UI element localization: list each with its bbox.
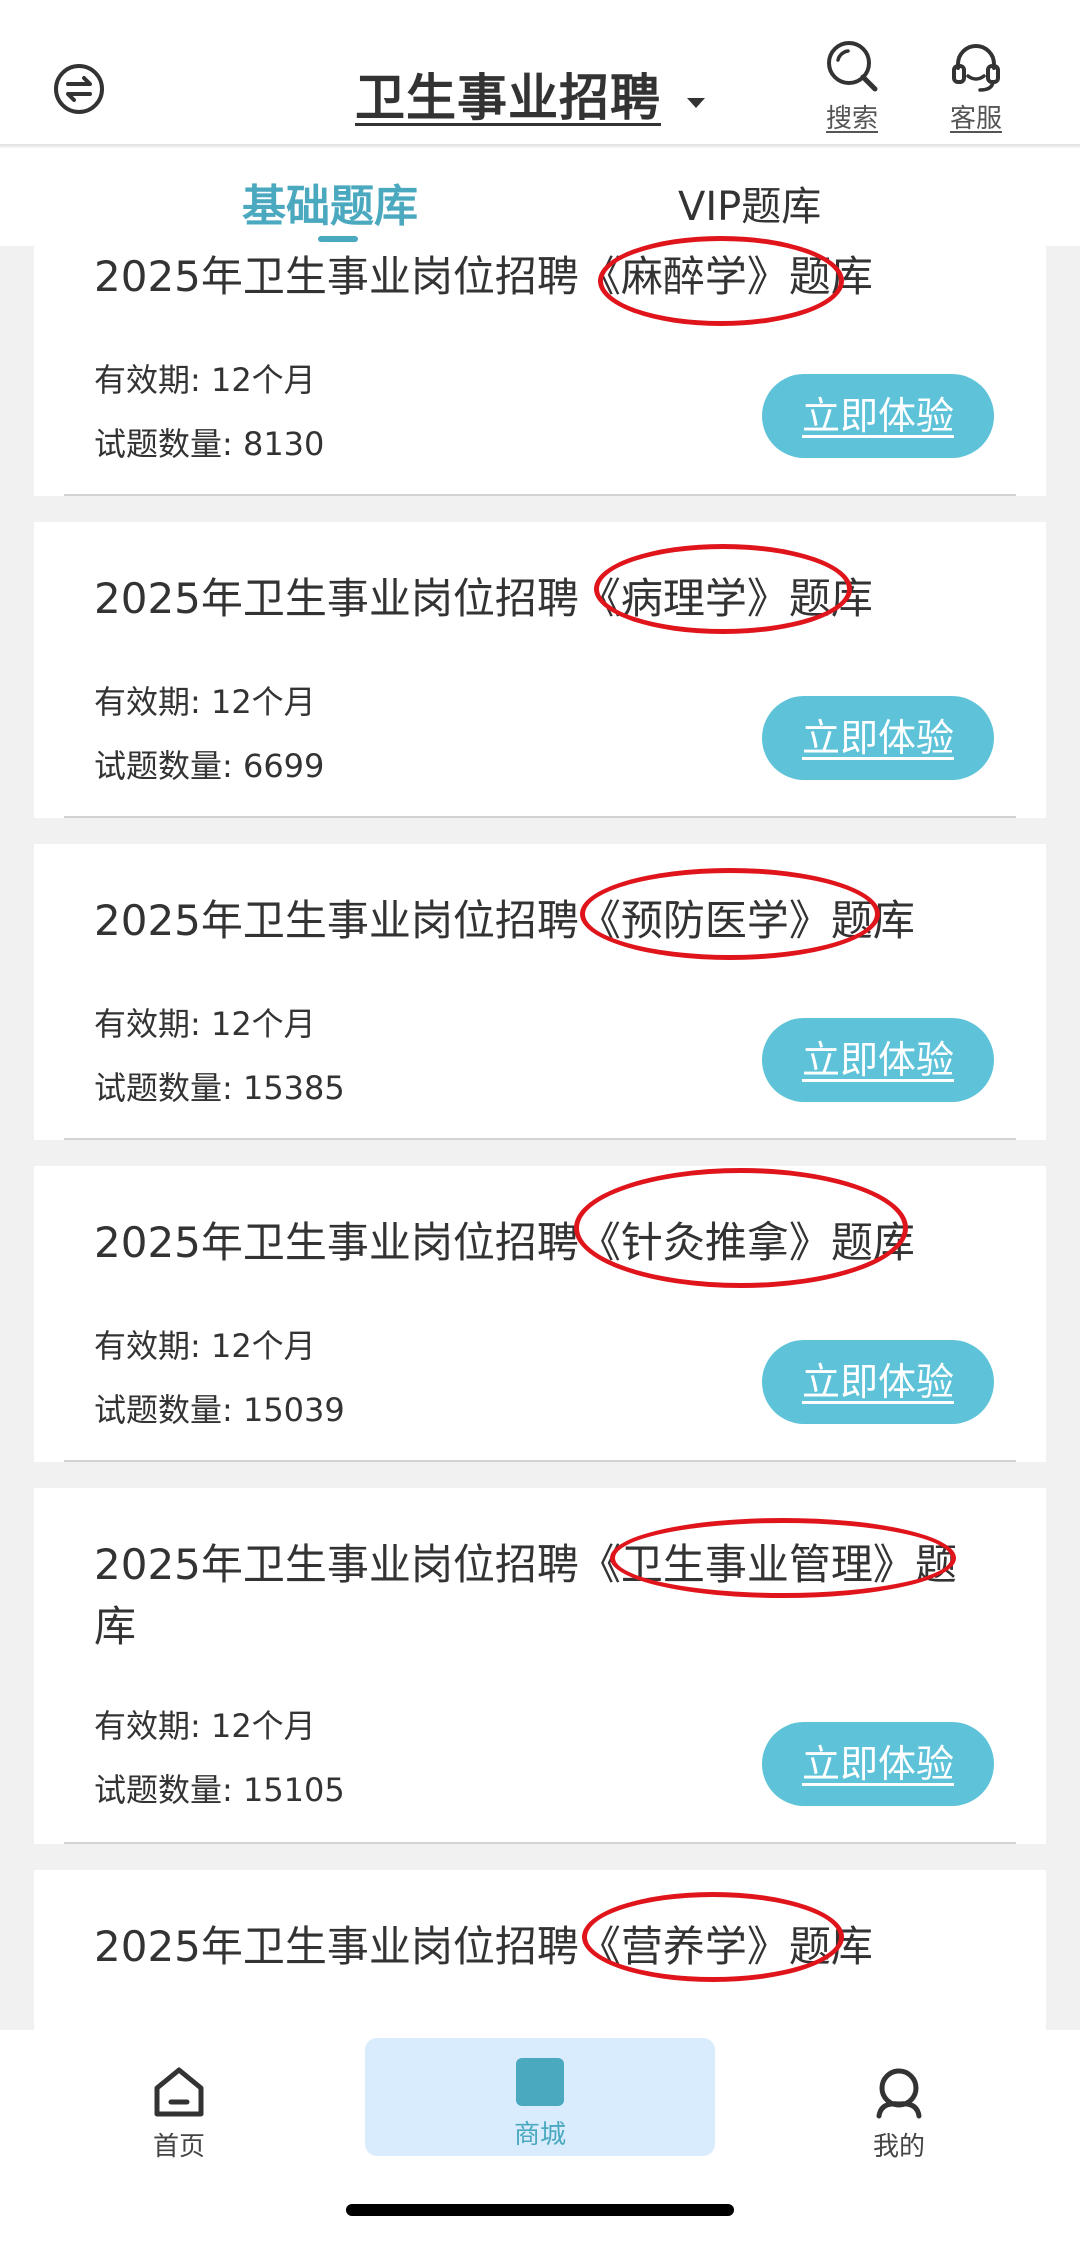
- card-validity: 有效期: 12个月: [94, 361, 316, 399]
- headset-icon: [952, 44, 1000, 92]
- tab-bar: 基础题库 VIP题库: [0, 148, 1080, 246]
- question-bank-card: 2025年卫生事业岗位招聘《麻醉学》题库 有效期: 12个月 试题数量: 813…: [34, 236, 1046, 496]
- card-divider: [64, 494, 1016, 496]
- shop-icon: [516, 2058, 564, 2106]
- switch-exam-icon[interactable]: [52, 62, 106, 116]
- try-now-button[interactable]: 立即体验: [762, 1018, 994, 1102]
- home-indicator: [346, 2204, 734, 2216]
- exam-category-selector[interactable]: 卫生事业招聘: [355, 58, 705, 130]
- nav-home[interactable]: 首页: [4, 2050, 354, 2164]
- card-validity: 有效期: 12个月: [94, 1707, 316, 1745]
- card-title: 2025年卫生事业岗位招聘《病理学》题库: [94, 574, 873, 623]
- app-header: 卫生事业招聘 搜索 客服: [0, 0, 1080, 146]
- try-now-button[interactable]: 立即体验: [762, 1722, 994, 1806]
- nav-home-label: 首页: [152, 2132, 205, 2162]
- try-now-button[interactable]: 立即体验: [762, 1340, 994, 1424]
- card-divider: [64, 1138, 1016, 1140]
- card-question-count: 试题数量: 15039: [94, 1391, 345, 1429]
- card-question-count: 试题数量: 8130: [94, 425, 325, 463]
- card-divider: [64, 1842, 1016, 1844]
- card-question-count: 试题数量: 6699: [94, 747, 325, 785]
- question-bank-card: 2025年卫生事业岗位招聘《营养学》题库: [34, 1870, 1046, 2030]
- question-bank-card: 2025年卫生事业岗位招聘《预防医学》题库 有效期: 12个月 试题数量: 15…: [34, 844, 1046, 1140]
- nav-mine-label: 我的: [872, 2132, 925, 2162]
- tab-vip-bank[interactable]: VIP题库: [678, 174, 821, 232]
- service-label: 客服: [949, 104, 1002, 134]
- user-icon: [876, 2068, 922, 2119]
- search-icon: [827, 41, 878, 92]
- try-now-button[interactable]: 立即体验: [762, 374, 994, 458]
- card-validity: 有效期: 12个月: [94, 1327, 316, 1365]
- card-question-count: 试题数量: 15105: [94, 1771, 345, 1809]
- card-title: 2025年卫生事业岗位招聘《营养学》题库: [94, 1922, 873, 1971]
- tab-basic-bank[interactable]: 基础题库: [242, 170, 418, 234]
- card-divider: [64, 1460, 1016, 1462]
- card-title: 2025年卫生事业岗位招聘《预防医学》题库: [94, 896, 915, 945]
- card-title: 2025年卫生事业岗位招聘《卫生事业管理》题库: [94, 1540, 957, 1651]
- card-title: 2025年卫生事业岗位招聘《麻醉学》题库: [94, 252, 873, 301]
- search-button[interactable]: 搜索: [804, 38, 900, 135]
- nav-mine[interactable]: 我的: [724, 2050, 1074, 2164]
- customer-service-button[interactable]: 客服: [928, 38, 1024, 135]
- card-validity: 有效期: 12个月: [94, 683, 316, 721]
- chevron-down-icon: [687, 98, 705, 108]
- card-validity: 有效期: 12个月: [94, 1005, 316, 1043]
- card-divider: [64, 816, 1016, 818]
- try-now-button[interactable]: 立即体验: [762, 696, 994, 780]
- question-bank-card: 2025年卫生事业岗位招聘《针灸推拿》题库 有效期: 12个月 试题数量: 15…: [34, 1166, 1046, 1462]
- nav-shop-label: 商城: [513, 2120, 566, 2150]
- page-title: 卫生事业招聘: [355, 69, 661, 127]
- nav-shop[interactable]: 商城: [365, 2038, 715, 2156]
- home-icon: [154, 2067, 204, 2117]
- search-label: 搜索: [825, 104, 878, 134]
- question-bank-card: 2025年卫生事业岗位招聘《卫生事业管理》题库 有效期: 12个月 试题数量: …: [34, 1488, 1046, 1844]
- card-question-count: 试题数量: 15385: [94, 1069, 345, 1107]
- active-tab-indicator: [318, 236, 358, 242]
- question-bank-card: 2025年卫生事业岗位招聘《病理学》题库 有效期: 12个月 试题数量: 669…: [34, 522, 1046, 818]
- card-title: 2025年卫生事业岗位招聘《针灸推拿》题库: [94, 1218, 915, 1267]
